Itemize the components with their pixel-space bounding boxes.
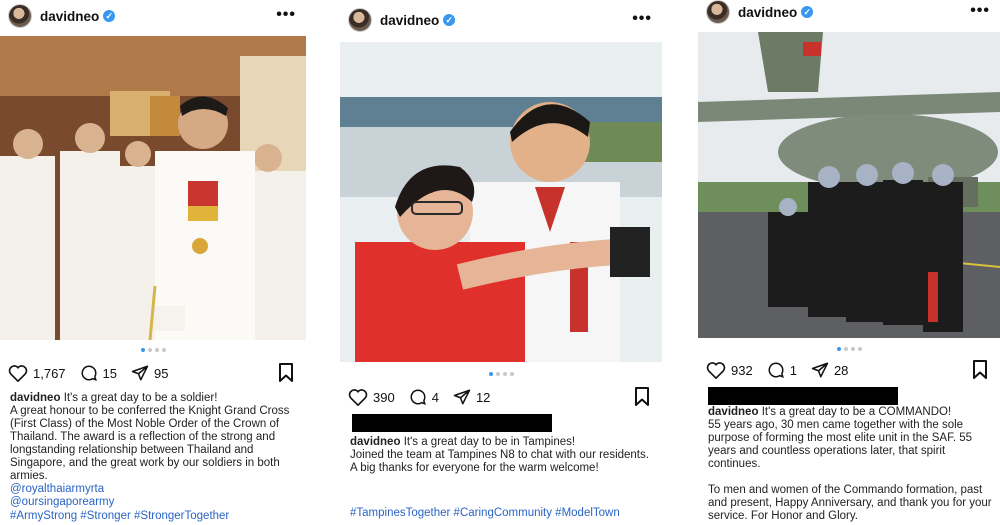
comment-button[interactable]: 15 bbox=[80, 364, 117, 382]
caption-body: Joined the team at Tampines N8 to chat w… bbox=[350, 449, 649, 474]
caption-headline: It's a great day to be in Tampines! bbox=[403, 436, 576, 448]
mention-link[interactable]: @oursingaporearmy bbox=[10, 496, 114, 508]
caption-headline: It's a great day to be a soldier! bbox=[63, 392, 218, 404]
post-header: davidneo ✓ ••• bbox=[0, 0, 306, 32]
heart-icon bbox=[8, 365, 28, 382]
comment-count: 4 bbox=[431, 389, 439, 405]
carousel-dots bbox=[340, 370, 662, 378]
caption-username[interactable]: davidneo bbox=[708, 406, 758, 418]
carousel-dot[interactable] bbox=[857, 347, 862, 351]
bookmark-icon[interactable] bbox=[634, 387, 650, 406]
avatar[interactable] bbox=[8, 4, 32, 28]
more-options-icon[interactable]: ••• bbox=[970, 2, 990, 20]
post-caption: davidneo It's a great day to be a COMMAN… bbox=[708, 406, 992, 523]
bookmark-icon[interactable] bbox=[278, 363, 294, 382]
post-photo[interactable] bbox=[340, 42, 662, 362]
share-count: 12 bbox=[475, 389, 491, 405]
ceremony-photo bbox=[0, 36, 306, 340]
comment-count: 15 bbox=[102, 365, 118, 381]
carousel-dot[interactable] bbox=[836, 347, 841, 351]
carousel-dots bbox=[698, 345, 1000, 353]
post-photo[interactable] bbox=[698, 32, 1000, 338]
hashtags[interactable]: #ArmyStrong #Stronger #StrongerTogether bbox=[10, 510, 302, 522]
share-button[interactable]: 28 bbox=[811, 361, 848, 379]
mention-link[interactable]: @royalthaiarmyrta bbox=[10, 483, 104, 495]
like-count: 1,767 bbox=[33, 365, 66, 381]
post-header: davidneo ✓ ••• bbox=[698, 0, 1000, 28]
verified-badge-icon: ✓ bbox=[443, 14, 456, 26]
hashtags[interactable]: #TampinesTogether #CaringCommunity #Mode… bbox=[350, 507, 658, 519]
comment-icon bbox=[81, 365, 97, 381]
like-count: 390 bbox=[373, 389, 395, 405]
action-bar: 1,767 15 95 bbox=[8, 361, 298, 385]
like-count: 932 bbox=[731, 362, 753, 378]
avatar[interactable] bbox=[348, 8, 372, 32]
carousel-dot[interactable] bbox=[495, 372, 500, 376]
commando-photo bbox=[698, 32, 1000, 338]
carousel-dot[interactable] bbox=[850, 347, 855, 351]
share-button[interactable]: 12 bbox=[453, 388, 490, 406]
carousel-dot[interactable] bbox=[488, 372, 493, 376]
carousel-dot[interactable] bbox=[161, 348, 166, 352]
send-icon bbox=[453, 389, 471, 405]
like-button[interactable]: 932 bbox=[706, 361, 753, 379]
carousel-dot[interactable] bbox=[502, 372, 507, 376]
share-button[interactable]: 95 bbox=[131, 364, 168, 382]
post-3: davidneo ✓ ••• 932 1 28 davidneo It's a … bbox=[698, 0, 1000, 525]
share-count: 95 bbox=[154, 365, 169, 381]
caption-username[interactable]: davidneo bbox=[350, 436, 400, 448]
action-bar: 390 4 12 bbox=[348, 385, 654, 409]
post-photo[interactable] bbox=[0, 36, 306, 340]
comment-button[interactable]: 4 bbox=[409, 388, 439, 406]
post-caption: davidneo It's a great day to be a soldie… bbox=[10, 392, 298, 509]
carousel-dot[interactable] bbox=[509, 372, 514, 376]
send-icon bbox=[811, 362, 829, 378]
comment-button[interactable]: 1 bbox=[767, 361, 797, 379]
verified-badge-icon: ✓ bbox=[103, 10, 116, 22]
heart-icon bbox=[348, 389, 368, 406]
like-button[interactable]: 390 bbox=[348, 388, 395, 406]
tampines-photo bbox=[340, 42, 662, 362]
carousel-dots bbox=[0, 346, 306, 354]
comment-icon bbox=[768, 362, 784, 378]
redacted-bar bbox=[352, 414, 552, 432]
send-icon bbox=[131, 365, 149, 381]
share-count: 28 bbox=[833, 362, 849, 378]
username[interactable]: davidneo bbox=[738, 5, 797, 20]
redacted-bar bbox=[708, 387, 898, 405]
more-options-icon[interactable]: ••• bbox=[632, 10, 652, 28]
carousel-dot[interactable] bbox=[154, 348, 159, 352]
more-options-icon[interactable]: ••• bbox=[276, 6, 296, 24]
comment-count: 1 bbox=[789, 362, 797, 378]
post-header: davidneo ✓ ••• bbox=[340, 4, 662, 36]
username[interactable]: davidneo bbox=[380, 13, 439, 28]
post-caption: davidneo It's a great day to be in Tampi… bbox=[350, 436, 654, 475]
caption-body: 55 years ago, 30 men came together with … bbox=[708, 419, 973, 470]
caption-headline: It's a great day to be a COMMANDO! bbox=[761, 406, 952, 418]
username[interactable]: davidneo bbox=[40, 9, 99, 24]
bookmark-icon[interactable] bbox=[972, 360, 988, 379]
carousel-dot[interactable] bbox=[140, 348, 145, 352]
action-bar: 932 1 28 bbox=[706, 358, 992, 382]
caption-username[interactable]: davidneo bbox=[10, 392, 60, 404]
like-button[interactable]: 1,767 bbox=[8, 364, 66, 382]
post-1: davidneo ✓ ••• 1,767 15 95 davidneo It's… bbox=[0, 0, 306, 525]
comment-icon bbox=[410, 389, 426, 405]
verified-badge-icon: ✓ bbox=[801, 6, 814, 18]
carousel-dot[interactable] bbox=[147, 348, 152, 352]
avatar[interactable] bbox=[706, 0, 730, 24]
caption-body: A great honour to be conferred the Knigh… bbox=[10, 405, 290, 482]
heart-icon bbox=[706, 362, 726, 379]
post-2: davidneo ✓ ••• 390 4 12 davidneo It's a … bbox=[340, 0, 662, 525]
caption-body-2: To men and women of the Commando formati… bbox=[708, 484, 992, 522]
carousel-dot[interactable] bbox=[843, 347, 848, 351]
